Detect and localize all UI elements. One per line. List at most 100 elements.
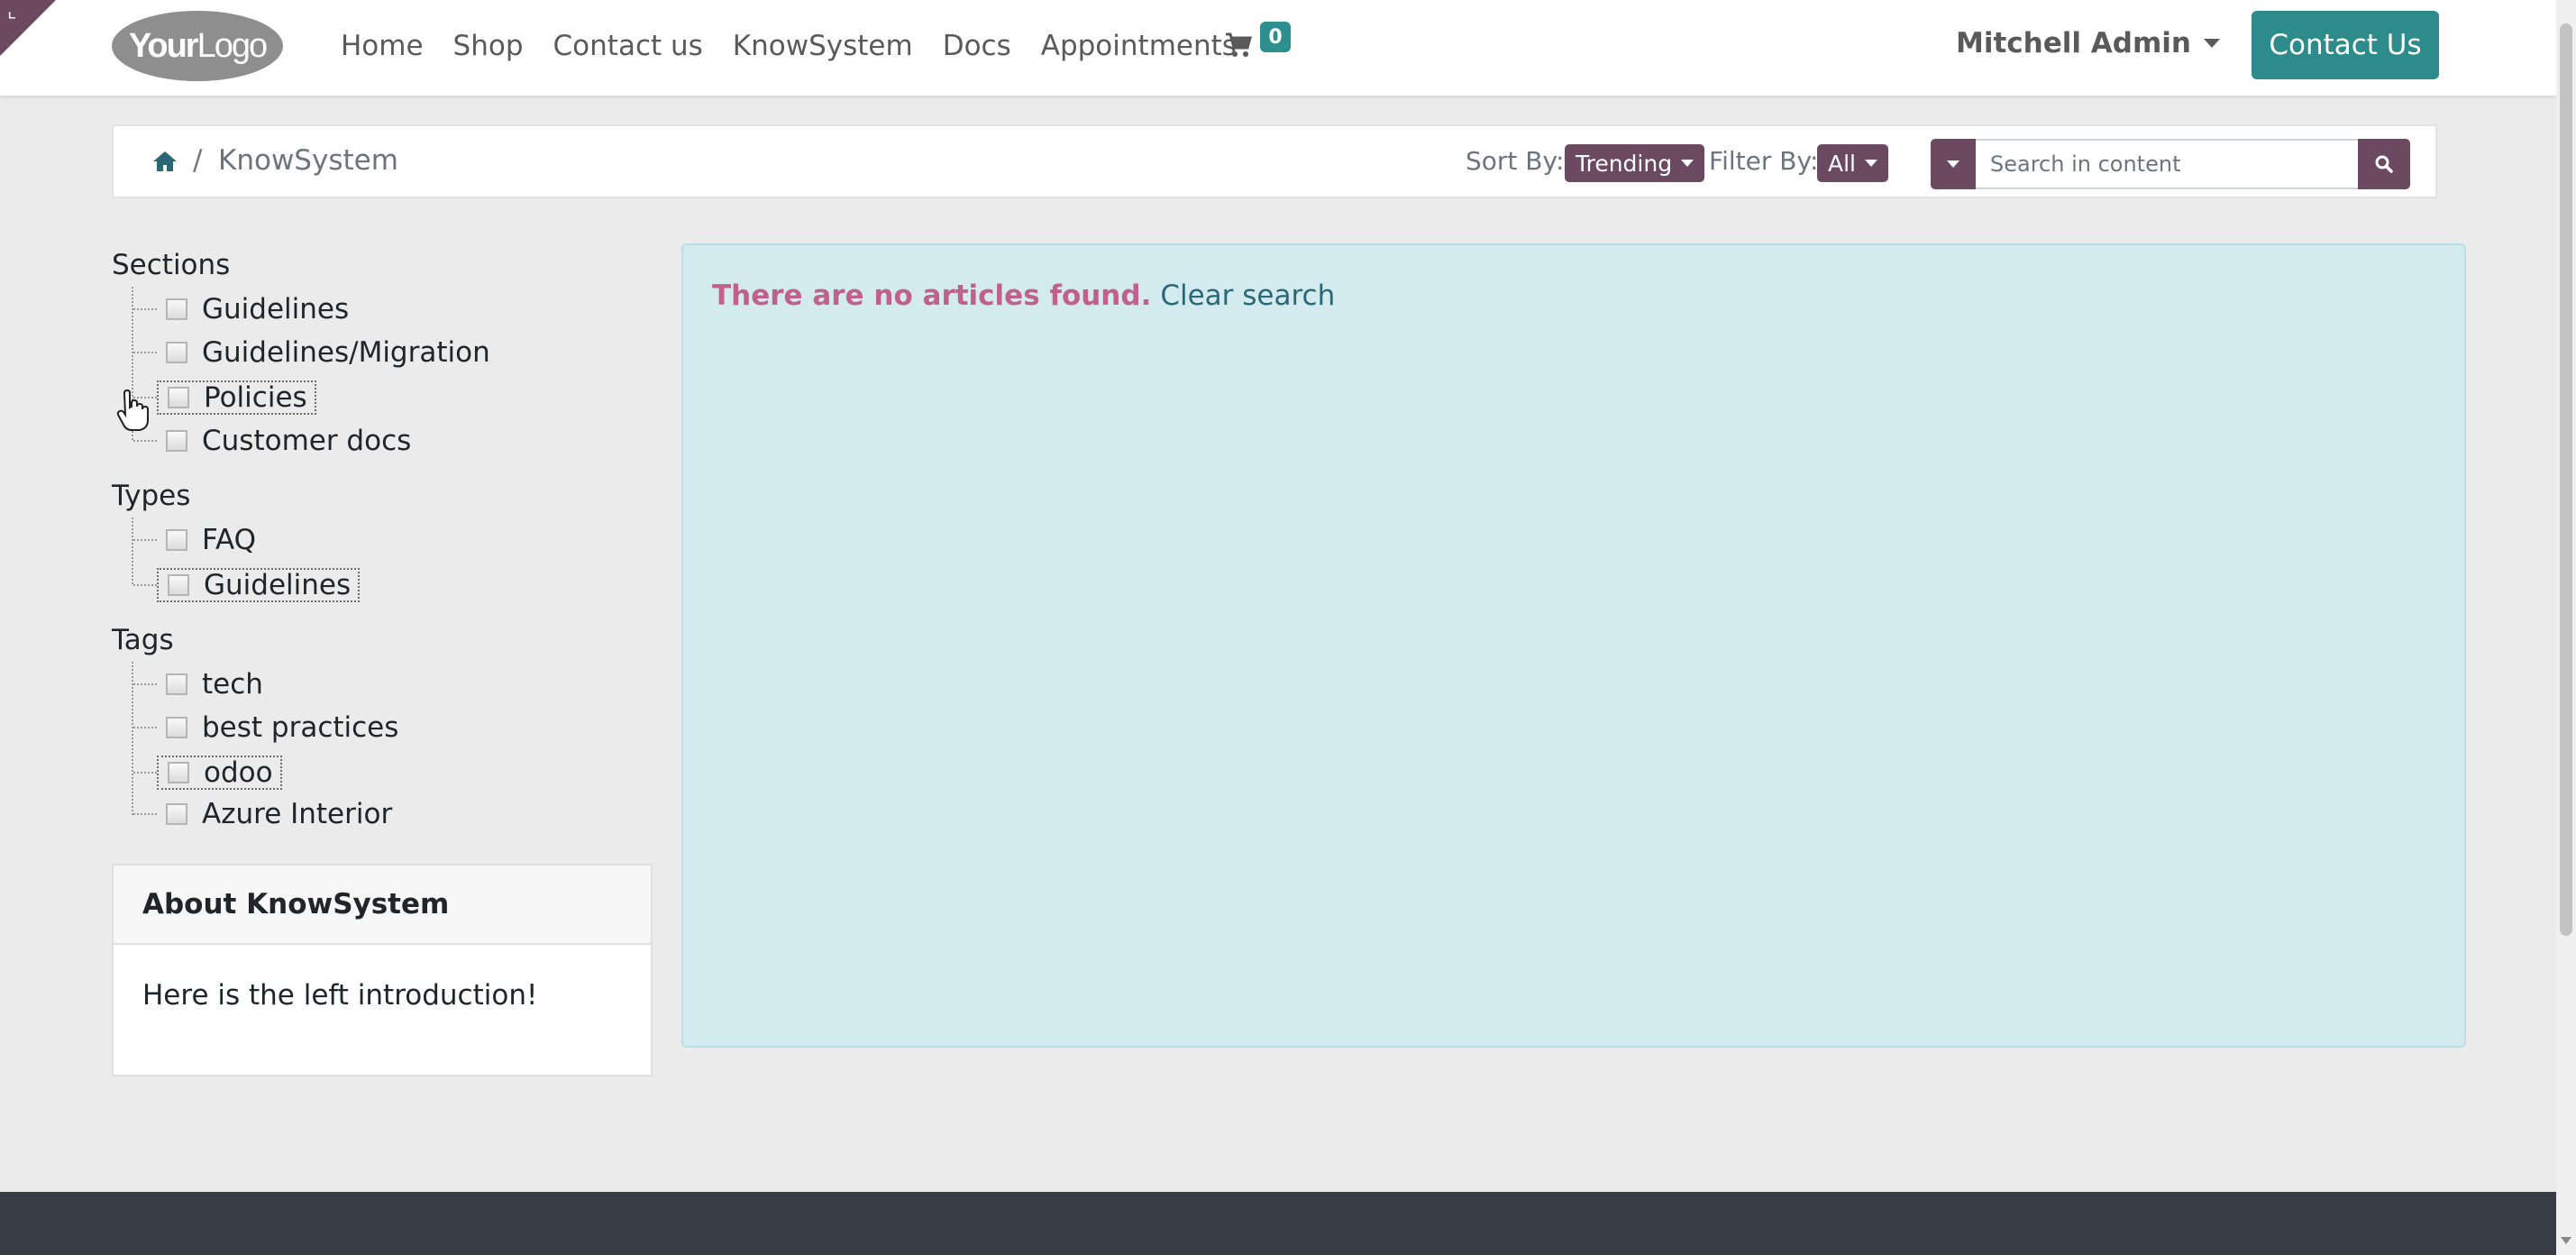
sort-label: Sort By: bbox=[1466, 146, 1565, 176]
filter-dropdown[interactable]: All bbox=[1817, 144, 1888, 182]
tag-tech[interactable]: tech bbox=[166, 667, 270, 701]
tag-label: Azure Interior bbox=[202, 798, 393, 830]
search-button[interactable] bbox=[2358, 139, 2410, 189]
section-checkbox[interactable] bbox=[166, 298, 187, 320]
tag-checkbox[interactable] bbox=[166, 673, 187, 695]
type-checkbox[interactable] bbox=[168, 574, 189, 596]
type-checkbox[interactable] bbox=[166, 529, 187, 551]
breadcrumb-current: KnowSystem bbox=[218, 144, 398, 177]
logo-text-thin: Logo bbox=[196, 26, 269, 65]
search-icon bbox=[2375, 155, 2393, 173]
breadcrumb-separator: / bbox=[193, 144, 203, 177]
tag-item: Azure Interior bbox=[112, 793, 653, 835]
nav-home[interactable]: Home bbox=[341, 27, 424, 65]
filter-label: Filter By: bbox=[1709, 146, 1819, 176]
type-label: Guidelines bbox=[204, 569, 352, 601]
breadcrumb-bar: / KnowSystem Sort By: Trending Filter By… bbox=[112, 124, 2437, 198]
section-item: Customer docs bbox=[112, 420, 653, 462]
about-card-body: Here is the left introduction! bbox=[142, 979, 538, 1012]
section-checkbox[interactable] bbox=[166, 430, 187, 452]
type-faq[interactable]: FAQ bbox=[166, 523, 263, 557]
user-menu-toggle[interactable]: Mitchell Admin bbox=[1956, 27, 2220, 60]
section-policies[interactable]: Policies bbox=[157, 380, 316, 415]
types-title: Types bbox=[112, 480, 191, 512]
nav-docs[interactable]: Docs bbox=[943, 27, 1011, 65]
tag-checkbox[interactable] bbox=[166, 717, 187, 738]
section-checkbox[interactable] bbox=[168, 387, 189, 408]
type-guidelines[interactable]: Guidelines bbox=[157, 568, 361, 602]
type-label: FAQ bbox=[202, 524, 257, 556]
tree-connector bbox=[133, 352, 157, 353]
section-guidelines-migration[interactable]: Guidelines/Migration bbox=[166, 335, 498, 370]
tag-odoo[interactable]: odoo bbox=[157, 756, 282, 790]
user-name: Mitchell Admin bbox=[1956, 27, 2191, 60]
tree-connector bbox=[133, 813, 157, 815]
sort-dropdown[interactable]: Trending bbox=[1565, 144, 1705, 182]
logo-text-bold: Your bbox=[128, 26, 199, 65]
site-logo[interactable]: Your Logo bbox=[112, 11, 283, 81]
nav-shop[interactable]: Shop bbox=[453, 27, 524, 65]
alert-text: There are no articles found. Clear search bbox=[712, 279, 1335, 312]
pointer-hand-icon bbox=[116, 389, 149, 431]
section-label: Policies bbox=[204, 381, 307, 414]
type-item: Guidelines bbox=[112, 564, 653, 606]
empty-message: There are no articles found. bbox=[712, 279, 1152, 312]
tree-connector bbox=[133, 308, 157, 310]
tag-best-practices[interactable]: best practices bbox=[166, 710, 406, 745]
chevron-down-icon bbox=[1865, 160, 1877, 167]
search-group bbox=[1931, 139, 2410, 189]
search-input[interactable] bbox=[1976, 139, 2358, 189]
corner-arrow-icon[interactable]: ⌞ bbox=[7, 2, 16, 22]
search-options-toggle[interactable] bbox=[1931, 139, 1976, 189]
sort-value: Trending bbox=[1576, 150, 1673, 177]
section-guidelines[interactable]: Guidelines bbox=[166, 292, 356, 326]
tag-label: odoo bbox=[204, 756, 273, 789]
cart-count-badge[interactable]: 0 bbox=[1260, 22, 1291, 52]
tag-item: odoo bbox=[112, 752, 653, 793]
scrollbar-thumb[interactable] bbox=[2560, 23, 2572, 936]
tag-item: tech bbox=[112, 664, 653, 705]
tree-connector bbox=[133, 440, 157, 442]
tag-checkbox[interactable] bbox=[166, 803, 187, 825]
chevron-down-icon bbox=[2204, 39, 2220, 48]
cart-icon[interactable] bbox=[1224, 31, 1253, 60]
no-articles-alert: There are no articles found. Clear search bbox=[681, 243, 2466, 1048]
filter-value: All bbox=[1828, 150, 1856, 177]
tag-label: best practices bbox=[202, 711, 399, 744]
clear-search-link[interactable]: Clear search bbox=[1160, 279, 1335, 312]
chevron-down-icon bbox=[1681, 160, 1694, 167]
section-item: Guidelines bbox=[112, 289, 653, 330]
nav-contact-us[interactable]: Contact us bbox=[553, 27, 703, 65]
tag-azure-interior[interactable]: Azure Interior bbox=[166, 797, 399, 831]
about-card: About KnowSystem Here is the left introd… bbox=[112, 864, 653, 1076]
section-item: Guidelines/Migration bbox=[112, 332, 653, 373]
sections-title: Sections bbox=[112, 249, 231, 281]
chevron-down-icon bbox=[1947, 160, 1959, 168]
tree-connector bbox=[133, 727, 157, 728]
nav-appointments[interactable]: Appointments bbox=[1041, 27, 1237, 65]
tags-title: Tags bbox=[112, 624, 174, 656]
tree-connector bbox=[133, 772, 157, 774]
scroll-down-arrow-icon[interactable] bbox=[2561, 1237, 2571, 1244]
nav-knowsystem[interactable]: KnowSystem bbox=[733, 27, 913, 65]
section-label: Customer docs bbox=[202, 425, 412, 457]
page-footer bbox=[0, 1192, 2556, 1255]
tree-connector bbox=[133, 539, 157, 541]
contact-us-button[interactable]: Contact Us bbox=[2252, 11, 2439, 79]
main-menu: Home Shop Contact us KnowSystem Docs App… bbox=[341, 27, 1266, 65]
tag-item: best practices bbox=[112, 707, 653, 748]
section-label: Guidelines bbox=[202, 293, 350, 325]
type-item: FAQ bbox=[112, 519, 653, 561]
about-card-title: About KnowSystem bbox=[114, 866, 651, 945]
tree-connector bbox=[133, 584, 157, 586]
section-item: Policies bbox=[112, 377, 653, 418]
section-checkbox[interactable] bbox=[166, 342, 187, 363]
tag-label: tech bbox=[202, 668, 263, 701]
vertical-scrollbar[interactable] bbox=[2556, 0, 2576, 1255]
home-icon[interactable] bbox=[151, 150, 178, 173]
section-label: Guidelines/Migration bbox=[202, 336, 490, 369]
section-customer-docs[interactable]: Customer docs bbox=[166, 424, 418, 458]
tree-connector bbox=[133, 683, 157, 685]
tag-checkbox[interactable] bbox=[168, 762, 189, 783]
top-navbar: ⌞ Your Logo Home Shop Contact us KnowSyst… bbox=[0, 0, 2556, 96]
